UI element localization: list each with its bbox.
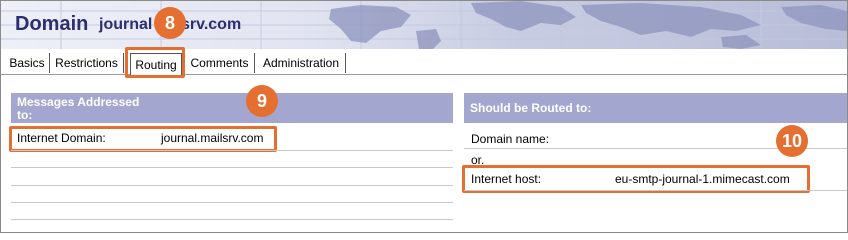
header-banner: Domain journal srv.com 8 — [1, 1, 847, 49]
tab-administration[interactable]: Administration — [257, 53, 346, 73]
domain-name-left: journal — [99, 16, 153, 33]
row-divider — [11, 167, 453, 168]
should-be-routed-title: Should be Routed to: — [470, 101, 592, 115]
highlight-internet-domain — [9, 126, 277, 152]
callout-badge-8: 8 — [154, 7, 186, 39]
highlight-internet-host — [462, 165, 810, 193]
domain-name-label: Domain name: — [471, 132, 550, 146]
row-divider — [11, 219, 453, 220]
messages-addressed-title-line2: to: — [17, 108, 33, 122]
domain-name-right: srv.com — [181, 16, 242, 33]
domain-document-window: Domain journal srv.com 8 Basics Restrict… — [0, 0, 848, 233]
tab-basics[interactable]: Basics — [5, 53, 50, 73]
messages-addressed-title-line1: Messages Addressed — [17, 95, 140, 109]
highlight-routing-tab — [125, 47, 185, 78]
tab-restrictions[interactable]: Restrictions — [50, 53, 124, 73]
row-divider — [11, 150, 453, 151]
callout-badge-10: 10 — [776, 125, 808, 157]
page-title: Domain — [15, 13, 89, 35]
row-divider — [464, 190, 847, 191]
row-divider — [11, 202, 453, 203]
messages-addressed-header: Messages Addressed to: — [11, 93, 453, 123]
callout-badge-9: 9 — [246, 85, 278, 117]
should-be-routed-header: Should be Routed to: — [464, 93, 847, 123]
tab-comments[interactable]: Comments — [185, 53, 255, 73]
row-divider — [11, 185, 453, 186]
